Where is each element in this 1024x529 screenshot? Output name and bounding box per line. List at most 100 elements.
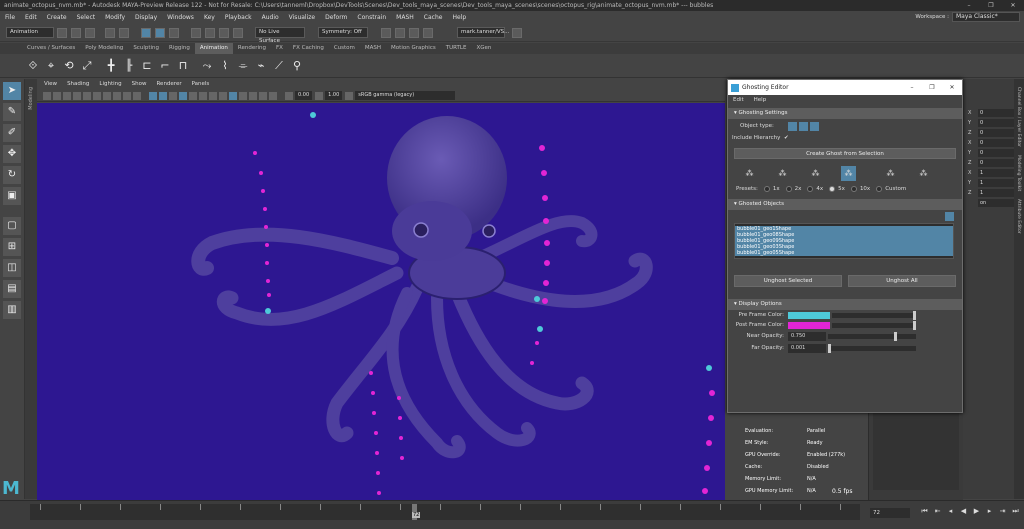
gamma-field[interactable]: 1.00 bbox=[325, 91, 343, 100]
pre-frame-color-swatch[interactable] bbox=[788, 311, 830, 319]
display-options-header[interactable]: Display Options bbox=[728, 299, 962, 310]
snap-point-icon[interactable] bbox=[219, 27, 229, 38]
xray-icon[interactable] bbox=[259, 91, 267, 100]
unghost-all-button[interactable]: Unghost All bbox=[848, 275, 956, 287]
rotate-tool-icon[interactable]: ↻ bbox=[3, 166, 21, 184]
shelf-tab-xgen[interactable]: XGen bbox=[471, 43, 496, 54]
snap-grid-icon[interactable] bbox=[191, 27, 201, 38]
unghost-selected-button[interactable]: Unghost Selected bbox=[734, 275, 842, 287]
select-by-hierarchy-icon[interactable] bbox=[141, 27, 151, 38]
viewport-menu-panels[interactable]: Panels bbox=[187, 79, 215, 90]
motion-path-icon[interactable]: ⤳ bbox=[200, 59, 214, 73]
wrap-icon[interactable]: ⌁ bbox=[254, 59, 268, 73]
ik-spline-icon[interactable]: ⌐ bbox=[158, 59, 172, 73]
wireframe-icon[interactable] bbox=[149, 91, 157, 100]
shelf-tab-sculpting[interactable]: Sculpting bbox=[128, 43, 164, 54]
sculpt-deformer-icon[interactable]: ⟋ bbox=[272, 59, 286, 73]
scale-tool-icon[interactable]: ▣ bbox=[3, 187, 21, 205]
hypershade-icon[interactable] bbox=[423, 27, 433, 38]
preset-2x-radio[interactable] bbox=[785, 186, 792, 192]
open-scene-icon[interactable] bbox=[71, 27, 81, 38]
menu-cache[interactable]: Cache bbox=[419, 11, 448, 24]
menu-create[interactable]: Create bbox=[42, 11, 72, 24]
menu-display[interactable]: Display bbox=[130, 11, 162, 24]
bookmark-icon[interactable] bbox=[53, 91, 61, 100]
safe-title-icon[interactable] bbox=[133, 91, 141, 100]
shelf-tab-fx-caching[interactable]: FX Caching bbox=[288, 43, 329, 54]
outliner-layout-icon[interactable]: ▤ bbox=[3, 280, 21, 298]
grid-icon[interactable] bbox=[73, 91, 81, 100]
shelf-tab-turtle[interactable]: TURTLE bbox=[441, 43, 472, 54]
preset-1x-icon[interactable]: ⁂ bbox=[742, 166, 757, 181]
channel-value[interactable]: 1 bbox=[978, 189, 1014, 197]
snap-surface-icon[interactable] bbox=[233, 27, 243, 38]
menu-mash[interactable]: MASH bbox=[391, 11, 419, 24]
viewport-menu-lighting[interactable]: Lighting bbox=[94, 79, 126, 90]
preset-10x-icon[interactable]: ⁂ bbox=[883, 166, 898, 181]
post-frame-color-swatch[interactable] bbox=[788, 321, 830, 329]
exposure-field[interactable]: 0.00 bbox=[295, 91, 313, 100]
mode-dropdown[interactable]: Animation bbox=[6, 27, 54, 38]
preset-5x-radio[interactable] bbox=[829, 186, 836, 192]
ghost-minimize-button[interactable]: – bbox=[902, 80, 922, 95]
include-hierarchy-checkbox[interactable]: ✔ bbox=[784, 135, 789, 141]
tab-attribute-editor[interactable]: Attribute Editor bbox=[1016, 199, 1021, 234]
ghosted-item[interactable]: bubble01_geo05Shape bbox=[735, 250, 953, 256]
ghost-icon[interactable]: ⚲ bbox=[290, 59, 304, 73]
ambient-occlusion-icon[interactable] bbox=[209, 91, 217, 100]
menu-playback[interactable]: Playback bbox=[220, 11, 257, 24]
play-backward-icon[interactable]: ◀ bbox=[957, 507, 970, 516]
near-opacity-slider[interactable] bbox=[828, 331, 916, 341]
symmetry-dropdown[interactable]: Symmetry: Off bbox=[318, 27, 368, 38]
preset-1x-radio[interactable] bbox=[763, 186, 770, 192]
create-ghost-button[interactable]: Create Ghost from Selection bbox=[734, 148, 956, 159]
viewport-menu-show[interactable]: Show bbox=[127, 79, 152, 90]
shelf-tab-custom[interactable]: Custom bbox=[329, 43, 360, 54]
move-tool-icon[interactable]: ✥ bbox=[3, 145, 21, 163]
far-opacity-slider[interactable] bbox=[828, 343, 916, 353]
shelf-tab-motion-graphics[interactable]: Motion Graphics bbox=[386, 43, 441, 54]
bind-skin-icon[interactable]: ⊓ bbox=[176, 59, 190, 73]
isolate-select-icon[interactable] bbox=[249, 91, 257, 100]
menu-constrain[interactable]: Constrain bbox=[352, 11, 391, 24]
select-by-object-icon[interactable] bbox=[155, 27, 165, 38]
select-by-component-icon[interactable] bbox=[169, 27, 179, 38]
shelf-tab-animation[interactable]: Animation bbox=[194, 43, 233, 54]
lasso-tool-icon[interactable]: ✎ bbox=[3, 103, 21, 121]
time-ruler[interactable]: 72 bbox=[30, 504, 860, 520]
shelf-tab-mash[interactable]: MASH bbox=[360, 43, 386, 54]
go-to-start-icon[interactable]: ⏮ bbox=[918, 507, 931, 516]
maximize-button[interactable]: ❐ bbox=[980, 0, 1002, 11]
lattice-icon[interactable]: ⌯ bbox=[236, 59, 250, 73]
minimize-button[interactable]: – bbox=[958, 0, 980, 11]
home-icon[interactable] bbox=[512, 27, 522, 38]
shelf-tab-fx[interactable]: FX bbox=[271, 43, 288, 54]
ipr-render-icon[interactable] bbox=[395, 27, 405, 38]
menu-key[interactable]: Key bbox=[199, 11, 220, 24]
channel-value[interactable]: 0 bbox=[978, 119, 1014, 127]
preset-4x-icon[interactable]: ⁂ bbox=[808, 166, 823, 181]
color-management-icon[interactable] bbox=[345, 91, 354, 100]
object-type-transform-icon[interactable] bbox=[788, 121, 797, 131]
motion-blur-icon[interactable] bbox=[219, 91, 227, 100]
joint-icon[interactable]: ╟ bbox=[122, 59, 136, 73]
object-type-mesh-icon[interactable] bbox=[810, 121, 819, 131]
tab-modeling-toolkit[interactable]: Modeling Toolkit bbox=[1016, 155, 1021, 191]
lights-icon[interactable] bbox=[189, 91, 197, 100]
preset-5x-icon[interactable]: ⁂ bbox=[841, 165, 856, 181]
ghosting-settings-header[interactable]: Ghosting Settings bbox=[728, 108, 962, 119]
go-to-end-icon[interactable]: ⏭ bbox=[1009, 507, 1022, 516]
ghost-menu-edit[interactable]: Edit bbox=[728, 95, 749, 106]
live-surface-field[interactable]: No Live Surface bbox=[255, 27, 305, 44]
skeleton-icon[interactable]: ╋ bbox=[104, 59, 118, 73]
tab-channel-box[interactable]: Channel Box / Layer Editor bbox=[1016, 87, 1021, 147]
render-settings-icon[interactable] bbox=[409, 27, 419, 38]
menu-file[interactable]: File bbox=[0, 11, 20, 24]
workspace-dropdown[interactable]: Maya Classic* bbox=[952, 12, 1020, 22]
depth-of-field-icon[interactable] bbox=[239, 91, 247, 100]
step-back-key-icon[interactable]: ⇤ bbox=[931, 507, 944, 516]
safe-action-icon[interactable] bbox=[123, 91, 131, 100]
gate-mask-icon[interactable] bbox=[103, 91, 111, 100]
shelf-tab-rendering[interactable]: Rendering bbox=[233, 43, 271, 54]
redo-icon[interactable] bbox=[119, 27, 129, 38]
